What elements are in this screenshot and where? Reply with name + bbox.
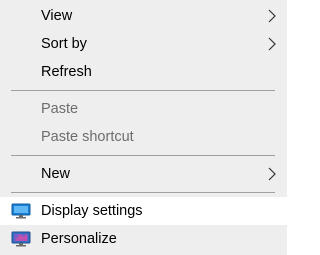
- display-settings-icon: [11, 203, 31, 219]
- menu-item-paste: Paste: [0, 95, 287, 123]
- menu-item-sort-by-label: Sort by: [41, 36, 87, 52]
- menu-item-paste-shortcut: Paste shortcut: [0, 123, 287, 151]
- personalize-icon: [11, 231, 31, 247]
- menu-item-paste-shortcut-label: Paste shortcut: [41, 129, 134, 145]
- menu-item-paste-label: Paste: [41, 101, 79, 117]
- menu-item-display-settings-label: Display settings: [41, 203, 143, 219]
- menu-separator: [11, 90, 275, 91]
- menu-item-display-settings[interactable]: Display settings: [0, 197, 287, 225]
- menu-item-refresh[interactable]: Refresh: [0, 58, 287, 86]
- menu-item-sort-by[interactable]: Sort by: [0, 30, 287, 58]
- chevron-right-icon: [268, 9, 276, 23]
- menu-item-view[interactable]: View: [0, 2, 287, 30]
- menu-item-refresh-label: Refresh: [41, 64, 92, 80]
- menu-item-new[interactable]: New: [0, 160, 287, 188]
- chevron-right-icon: [268, 167, 276, 181]
- menu-separator: [11, 192, 275, 193]
- menu-item-view-label: View: [41, 8, 73, 24]
- menu-item-personalize-label: Personalize: [41, 231, 117, 247]
- chevron-right-icon: [268, 37, 276, 51]
- desktop-context-menu: View Sort by Refresh Paste Paste shortcu…: [0, 0, 287, 255]
- menu-separator: [11, 155, 275, 156]
- menu-item-personalize[interactable]: Personalize: [0, 225, 287, 253]
- menu-item-new-label: New: [41, 166, 71, 182]
